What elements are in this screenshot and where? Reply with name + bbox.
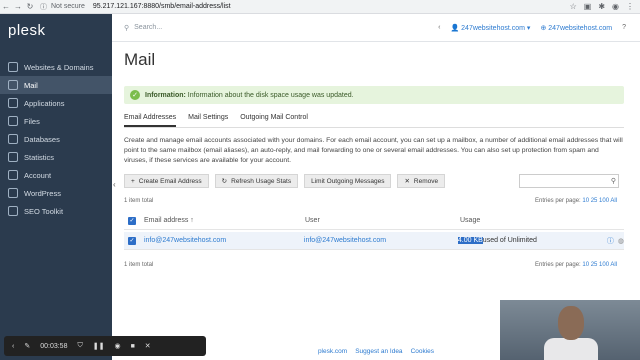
- sidebar-item-statistics[interactable]: Statistics: [0, 148, 112, 166]
- reload-icon[interactable]: ↻: [24, 2, 36, 11]
- apps-icon: [8, 98, 18, 108]
- main-content: Mail ✓ Information: Information about th…: [112, 42, 640, 338]
- recording-time: 00:03:58: [40, 342, 68, 350]
- warning-icon: ⓘ: [40, 3, 47, 11]
- person-shirt: [544, 338, 598, 360]
- usage-value: 4.00 KB: [457, 237, 483, 244]
- profile-icon[interactable]: ◉: [612, 2, 619, 11]
- tab-email-addresses[interactable]: Email Addresses: [124, 114, 177, 127]
- check-icon: ✓: [130, 90, 140, 100]
- search-icon: ⚲: [610, 178, 616, 185]
- person-face: [558, 306, 584, 340]
- mail-icon: [8, 80, 18, 90]
- create-email-button[interactable]: + Create Email Address: [124, 174, 209, 188]
- stop-icon[interactable]: ■: [131, 343, 135, 350]
- usage-cell: 4.00 KBused of Unlimited: [457, 237, 537, 244]
- user-menu[interactable]: 👤 247websitehost.com ▾: [450, 24, 530, 32]
- refresh-usage-button[interactable]: ↻ Refresh Usage Stats: [214, 174, 299, 188]
- user-icon: [8, 170, 18, 180]
- table-header: ✓ Email address ↑ User Usage: [124, 212, 624, 230]
- search-icon: ⚲: [124, 24, 130, 32]
- sidebar-item-account[interactable]: Account: [0, 166, 112, 184]
- subscription-menu[interactable]: ⊕ 247websitehost.com: [540, 24, 612, 32]
- footer-link-plesk[interactable]: plesk.com: [318, 348, 347, 355]
- mail-client-icon[interactable]: ◍: [618, 237, 624, 245]
- list-search-input[interactable]: ⚲: [519, 174, 619, 188]
- limit-outgoing-button[interactable]: Limit Outgoing Messages: [304, 174, 392, 188]
- entries-per-page-top: Entries per page: 10 25 100 All: [535, 198, 618, 204]
- help-icon[interactable]: ?: [622, 24, 626, 31]
- sidebar-item-databases[interactable]: Databases: [0, 130, 112, 148]
- sidebar-item-seo-toolkit[interactable]: SEO Toolkit: [0, 202, 112, 220]
- info-icon[interactable]: ⓘ: [607, 236, 614, 246]
- column-email[interactable]: Email address ↑: [144, 217, 305, 224]
- remove-button[interactable]: ✕ Remove: [397, 174, 446, 188]
- top-bar: ⚲ Search... ‹ 👤 247websitehost.com ▾ ⊕ 2…: [112, 14, 640, 42]
- close-icon[interactable]: ✕: [145, 342, 151, 350]
- security-label: Not secure: [51, 3, 85, 10]
- pen-icon[interactable]: ✎: [24, 342, 30, 350]
- global-search[interactable]: ⚲ Search...: [124, 24, 384, 32]
- footer-link-suggest[interactable]: Suggest an Idea: [355, 348, 402, 355]
- page-title: Mail: [124, 50, 156, 69]
- browser-toolbar: ← → ↻ ⓘ Not secure 95.217.121.167:8880/s…: [0, 0, 640, 14]
- entries-per-page-bottom: Entries per page: 10 25 100 All: [535, 262, 618, 268]
- star-icon[interactable]: ☆: [570, 2, 577, 11]
- sidebar-item-wordpress[interactable]: WordPress: [0, 184, 112, 202]
- tabs: Email Addresses Mail Settings Outgoing M…: [124, 114, 624, 128]
- collapse-arrow-icon[interactable]: ‹: [438, 24, 440, 31]
- address-bar[interactable]: 95.217.121.167:8880/smb/email-address/li…: [93, 3, 231, 10]
- remove-icon: ✕: [404, 178, 410, 185]
- table-row: ✓ info@247websitehost.com info@247websit…: [124, 232, 624, 250]
- plus-icon: +: [131, 177, 135, 185]
- wordpress-icon: [8, 188, 18, 198]
- menu-icon[interactable]: ⋮: [626, 2, 634, 11]
- refresh-icon: ↻: [221, 178, 228, 185]
- entries-options[interactable]: 10 25 100 All: [582, 198, 617, 204]
- shield-icon[interactable]: ⛉: [77, 342, 82, 350]
- column-usage[interactable]: Usage: [460, 217, 480, 224]
- plesk-logo[interactable]: plesk: [0, 14, 112, 58]
- info-message: ✓ Information: Information about the dis…: [124, 86, 624, 104]
- chart-icon: [8, 152, 18, 162]
- recording-toolbar: ‹ ✎ 00:03:58 ⛉ ❚❚ ◉ ■ ✕: [4, 336, 206, 356]
- folder-icon: [8, 116, 18, 126]
- sidebar: plesk Websites & Domains Mail Applicatio…: [0, 14, 112, 360]
- webcam-overlay: [500, 300, 640, 360]
- extension-icon[interactable]: ▣: [584, 2, 592, 11]
- item-count-bottom: 1 item total: [124, 262, 154, 268]
- toolbar: + Create Email Address ↻ Refresh Usage Sta…: [124, 174, 446, 188]
- search-input[interactable]: Search...: [134, 24, 162, 31]
- row-checkbox[interactable]: ✓: [128, 236, 136, 245]
- pause-icon[interactable]: ❚❚: [93, 342, 105, 350]
- item-count-top: 1 item total: [124, 198, 154, 204]
- select-all-checkbox[interactable]: ✓: [128, 216, 136, 225]
- record-icon[interactable]: ◉: [114, 342, 120, 350]
- sidebar-item-files[interactable]: Files: [0, 112, 112, 130]
- page-description: Create and manage email accounts associa…: [124, 137, 623, 164]
- seo-icon: [8, 206, 18, 216]
- column-user[interactable]: User: [305, 217, 460, 224]
- back-icon[interactable]: ←: [0, 2, 12, 11]
- globe-icon: [8, 62, 18, 72]
- puzzle-icon[interactable]: ✱: [598, 2, 605, 11]
- sidebar-item-applications[interactable]: Applications: [0, 94, 112, 112]
- tab-outgoing-mail-control[interactable]: Outgoing Mail Control: [240, 114, 308, 127]
- footer-link-cookies[interactable]: Cookies: [411, 348, 434, 355]
- collapse-icon[interactable]: ‹: [12, 343, 14, 350]
- email-link[interactable]: info@247websitehost.com: [144, 237, 304, 244]
- entries-options[interactable]: 10 25 100 All: [582, 262, 617, 268]
- sidebar-item-mail[interactable]: Mail: [0, 76, 112, 94]
- forward-icon[interactable]: →: [12, 2, 24, 11]
- sidebar-item-websites[interactable]: Websites & Domains: [0, 58, 112, 76]
- tab-mail-settings[interactable]: Mail Settings: [188, 114, 228, 127]
- database-icon: [8, 134, 18, 144]
- user-link[interactable]: info@247websitehost.com: [304, 237, 458, 244]
